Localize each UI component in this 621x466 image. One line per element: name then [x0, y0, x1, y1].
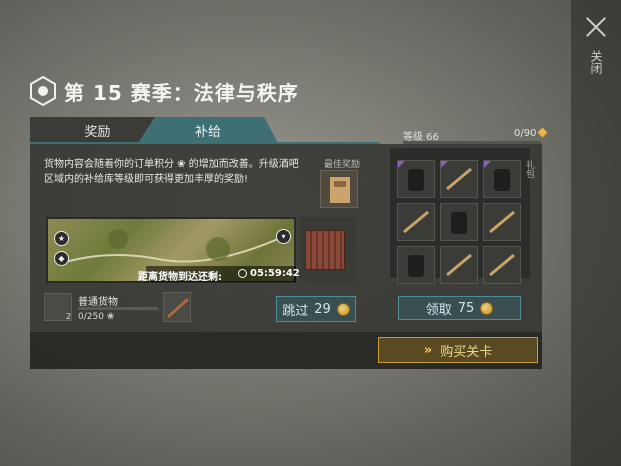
cargo-name: 普通货物	[78, 297, 118, 308]
reward-slot[interactable]	[440, 246, 478, 284]
coin-icon	[480, 301, 494, 315]
backpack-icon	[408, 255, 424, 277]
buy-label: 购买关卡	[440, 344, 493, 360]
close-label[interactable]: 关闭	[589, 50, 603, 74]
best-reward-label: 最佳奖励	[324, 160, 361, 170]
crate-icon	[305, 230, 345, 270]
clock-icon	[238, 269, 247, 278]
level-progress-text: 0/90	[514, 128, 537, 139]
vest-icon	[330, 177, 350, 203]
page-title: 第 15 赛季：法律与秩序	[64, 80, 299, 105]
reward-slot[interactable]	[397, 160, 435, 198]
skip-cost: 29	[314, 301, 331, 317]
coin-icon	[336, 302, 350, 316]
tab-bar: 奖励 补给	[30, 117, 370, 143]
reward-slot[interactable]	[483, 203, 521, 241]
rare-marker	[398, 161, 405, 168]
rare-marker	[441, 161, 448, 168]
reward-slot[interactable]	[440, 203, 478, 241]
cargo-weapon-slot[interactable]	[163, 292, 191, 322]
level-progress: 0/90	[514, 127, 548, 139]
tab-supply[interactable]: 补给	[138, 117, 278, 143]
cargo-progress: 0/250 ❀	[78, 312, 115, 322]
delivery-map: ★ ◆ ▾ 距离货物到达还剩: 05:59:42	[46, 217, 300, 283]
skip-label: 跳过	[282, 303, 309, 319]
buy-pass-button[interactable]: » 购买关卡	[378, 337, 538, 363]
best-reward-item[interactable]	[320, 170, 358, 208]
skip-button[interactable]: 跳过 29	[276, 296, 356, 322]
reward-slot[interactable]	[483, 246, 521, 284]
cargo-badge: 2	[66, 312, 72, 321]
timer-label: 距离货物到达还剩:	[138, 272, 222, 283]
page-header: 第 15 赛季：法律与秩序	[30, 76, 299, 106]
close-icon[interactable]	[585, 16, 607, 38]
gift-label: 礼包	[524, 160, 534, 178]
claim-label: 领取	[425, 302, 452, 318]
backpack-icon	[451, 212, 467, 234]
reward-slot[interactable]	[440, 160, 478, 198]
claim-cost: 75	[457, 300, 475, 316]
double-chevron-icon: »	[423, 342, 433, 358]
claim-button[interactable]: 领取 75	[398, 296, 521, 320]
timer-value: 05:59:42	[250, 268, 300, 279]
reward-slot[interactable]	[483, 160, 521, 198]
rifle-icon	[403, 210, 429, 234]
season-badge-icon	[30, 76, 56, 106]
rifle-icon	[446, 253, 472, 277]
rifle-icon	[489, 210, 515, 234]
supply-description: 货物内容会随着你的订单积分 ❀ 的增加而改善。升级酒吧区域内的补给库等级即可获得…	[44, 159, 299, 185]
reward-slot[interactable]	[397, 203, 435, 241]
rifle-icon	[489, 253, 515, 277]
cube-marker-icon: ◆	[54, 251, 69, 266]
reward-slot[interactable]	[397, 246, 435, 284]
level-token-icon	[538, 127, 548, 138]
cargo-progress-bar	[78, 307, 158, 310]
rifle-icon	[166, 297, 190, 319]
rare-marker	[484, 161, 491, 168]
star-marker-icon: ★	[54, 231, 69, 246]
bar-marker-icon: ▾	[276, 229, 291, 244]
